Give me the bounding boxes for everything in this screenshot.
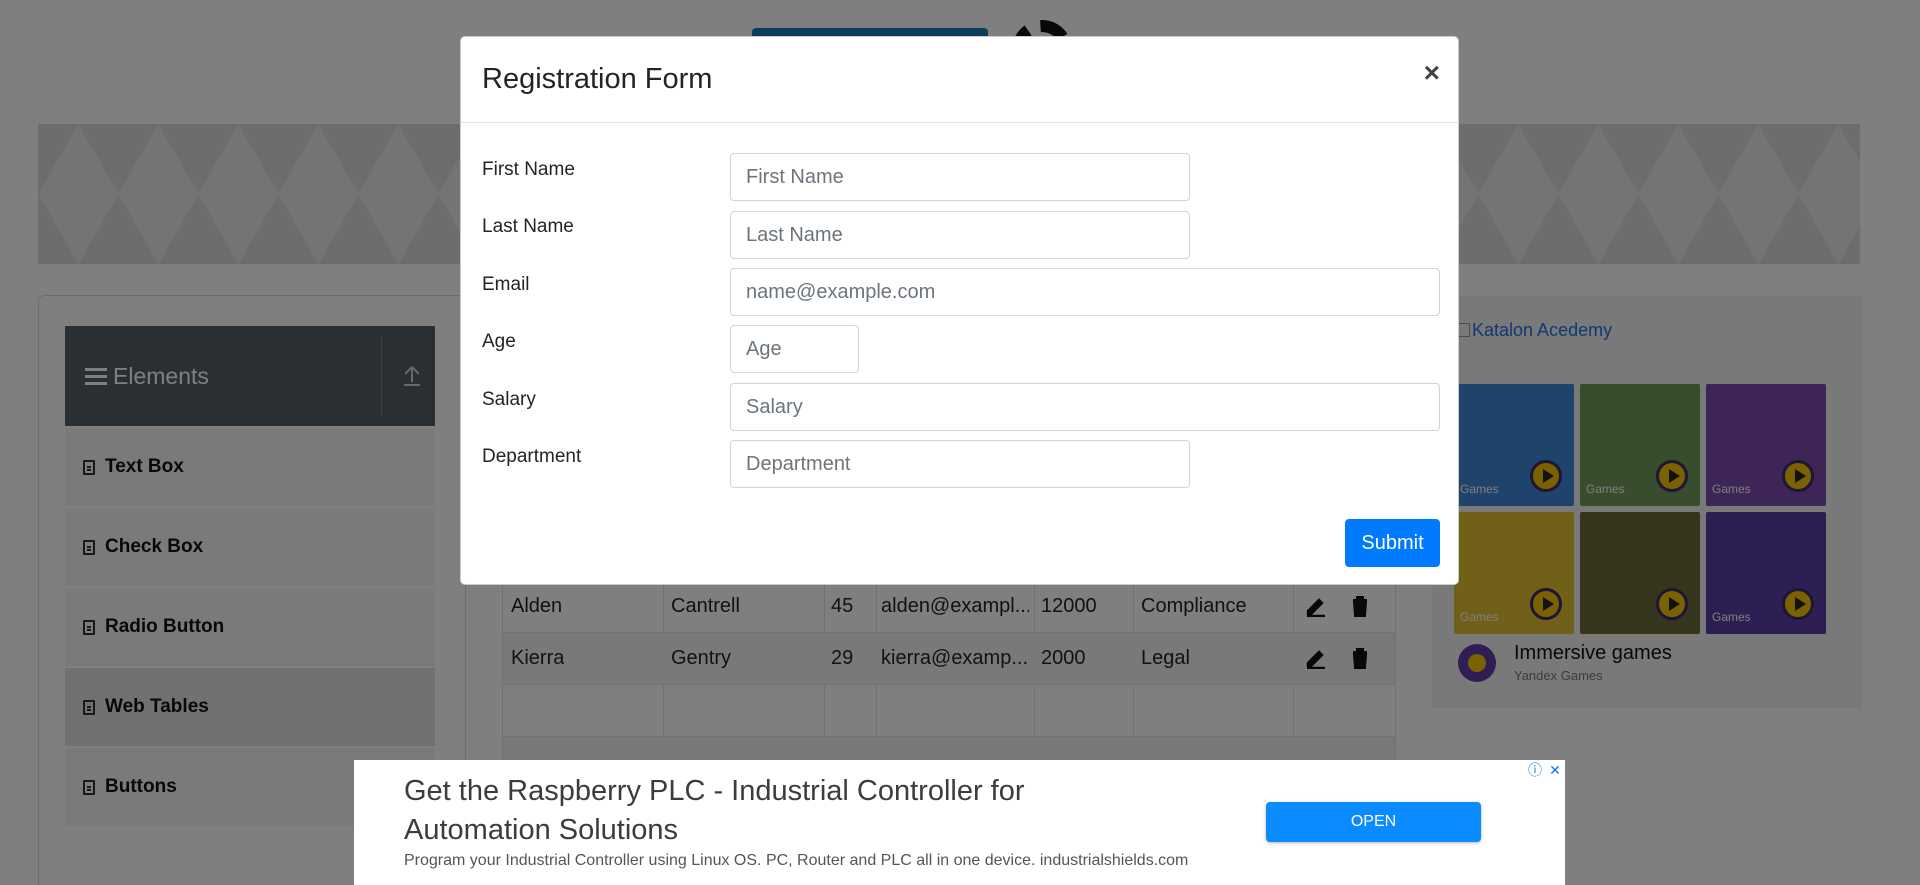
salary-label: Salary — [482, 389, 536, 410]
registration-modal: Registration Form × First Name Last Name… — [460, 36, 1459, 585]
modal-title: Registration Form — [482, 63, 713, 95]
close-icon[interactable]: ✕ — [1545, 760, 1565, 780]
ad-choices[interactable]: ⓘ ✕ — [1525, 760, 1565, 780]
department-input[interactable] — [730, 440, 1190, 488]
close-button[interactable]: × — [1424, 59, 1440, 87]
ad-description: Program your Industrial Controller using… — [404, 852, 1189, 869]
age-label: Age — [482, 331, 516, 352]
first-name-label: First Name — [482, 159, 575, 180]
modal-header: Registration Form × — [461, 37, 1458, 123]
age-input[interactable] — [730, 325, 859, 373]
salary-input[interactable] — [730, 383, 1440, 431]
ad-headline[interactable]: Get the Raspberry PLC - Industrial Contr… — [404, 772, 1164, 850]
first-name-input[interactable] — [730, 153, 1190, 201]
info-icon[interactable]: ⓘ — [1525, 760, 1545, 780]
last-name-input[interactable] — [730, 211, 1190, 259]
last-name-label: Last Name — [482, 216, 574, 237]
department-label: Department — [482, 446, 582, 467]
bottom-banner-ad[interactable]: Get the Raspberry PLC - Industrial Contr… — [354, 760, 1565, 885]
email-input[interactable] — [730, 268, 1440, 316]
submit-button[interactable]: Submit — [1345, 519, 1440, 567]
ad-open-button[interactable]: OPEN — [1266, 802, 1481, 842]
email-label: Email — [482, 274, 530, 295]
